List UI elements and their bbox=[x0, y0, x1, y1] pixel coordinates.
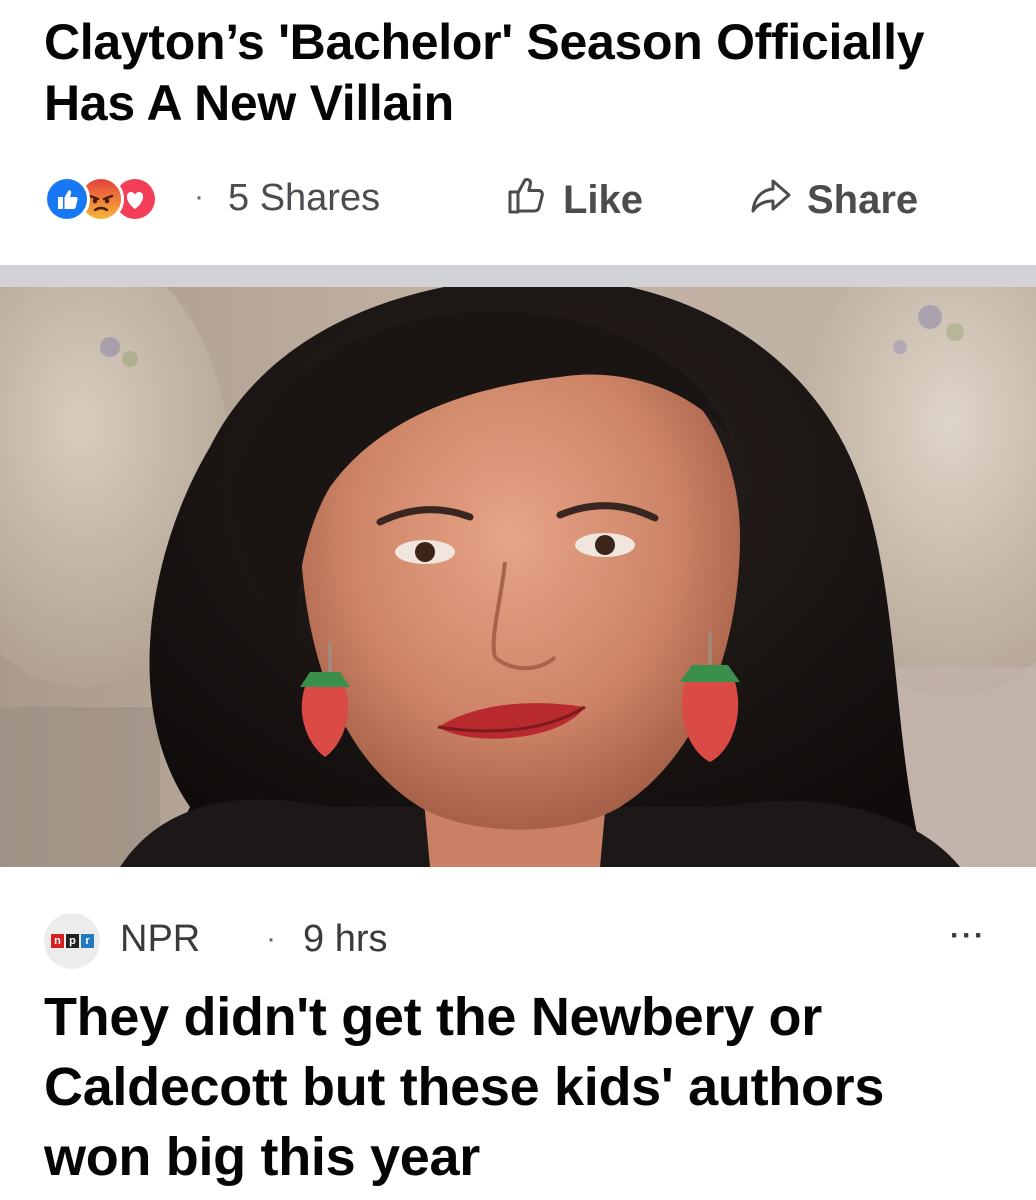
post-photo[interactable] bbox=[0, 287, 1036, 867]
engagement-bar: · 5 Shares Like Share bbox=[44, 168, 1004, 228]
thumbs-up-icon bbox=[505, 173, 549, 227]
npr-logo-letter: r bbox=[81, 934, 94, 948]
like-reaction-icon bbox=[44, 176, 90, 222]
post-headline[interactable]: Clayton’s 'Bachelor' Season Officially H… bbox=[44, 12, 1004, 134]
like-button-label: Like bbox=[563, 177, 644, 222]
feed-divider bbox=[0, 265, 1036, 287]
post-source-row: n p r NPR · 9 hrs ··· bbox=[44, 911, 1004, 969]
npr-logo-avatar[interactable]: n p r bbox=[44, 913, 100, 969]
share-button-label: Share bbox=[807, 177, 919, 222]
separator-dot: · bbox=[266, 922, 276, 955]
reaction-summary[interactable] bbox=[44, 176, 184, 222]
post-timestamp[interactable]: 9 hrs bbox=[303, 917, 387, 961]
npr-logo-letter: n bbox=[51, 934, 64, 948]
like-button[interactable]: Like bbox=[505, 176, 643, 224]
shares-count[interactable]: 5 Shares bbox=[228, 178, 380, 218]
npr-logo-letter: p bbox=[66, 934, 79, 948]
separator-dot: · bbox=[194, 180, 204, 213]
post-card-top: Clayton’s 'Bachelor' Season Officially H… bbox=[0, 0, 1036, 265]
post-title[interactable]: They didn't get the Newbery or Caldecott… bbox=[44, 982, 1004, 1192]
source-name[interactable]: NPR bbox=[120, 917, 200, 961]
more-options-button[interactable]: ··· bbox=[950, 921, 986, 951]
share-button[interactable]: Share bbox=[749, 176, 918, 224]
share-arrow-icon bbox=[749, 173, 793, 227]
post-card-bottom: n p r NPR · 9 hrs ··· They didn't get th… bbox=[0, 867, 1036, 1200]
